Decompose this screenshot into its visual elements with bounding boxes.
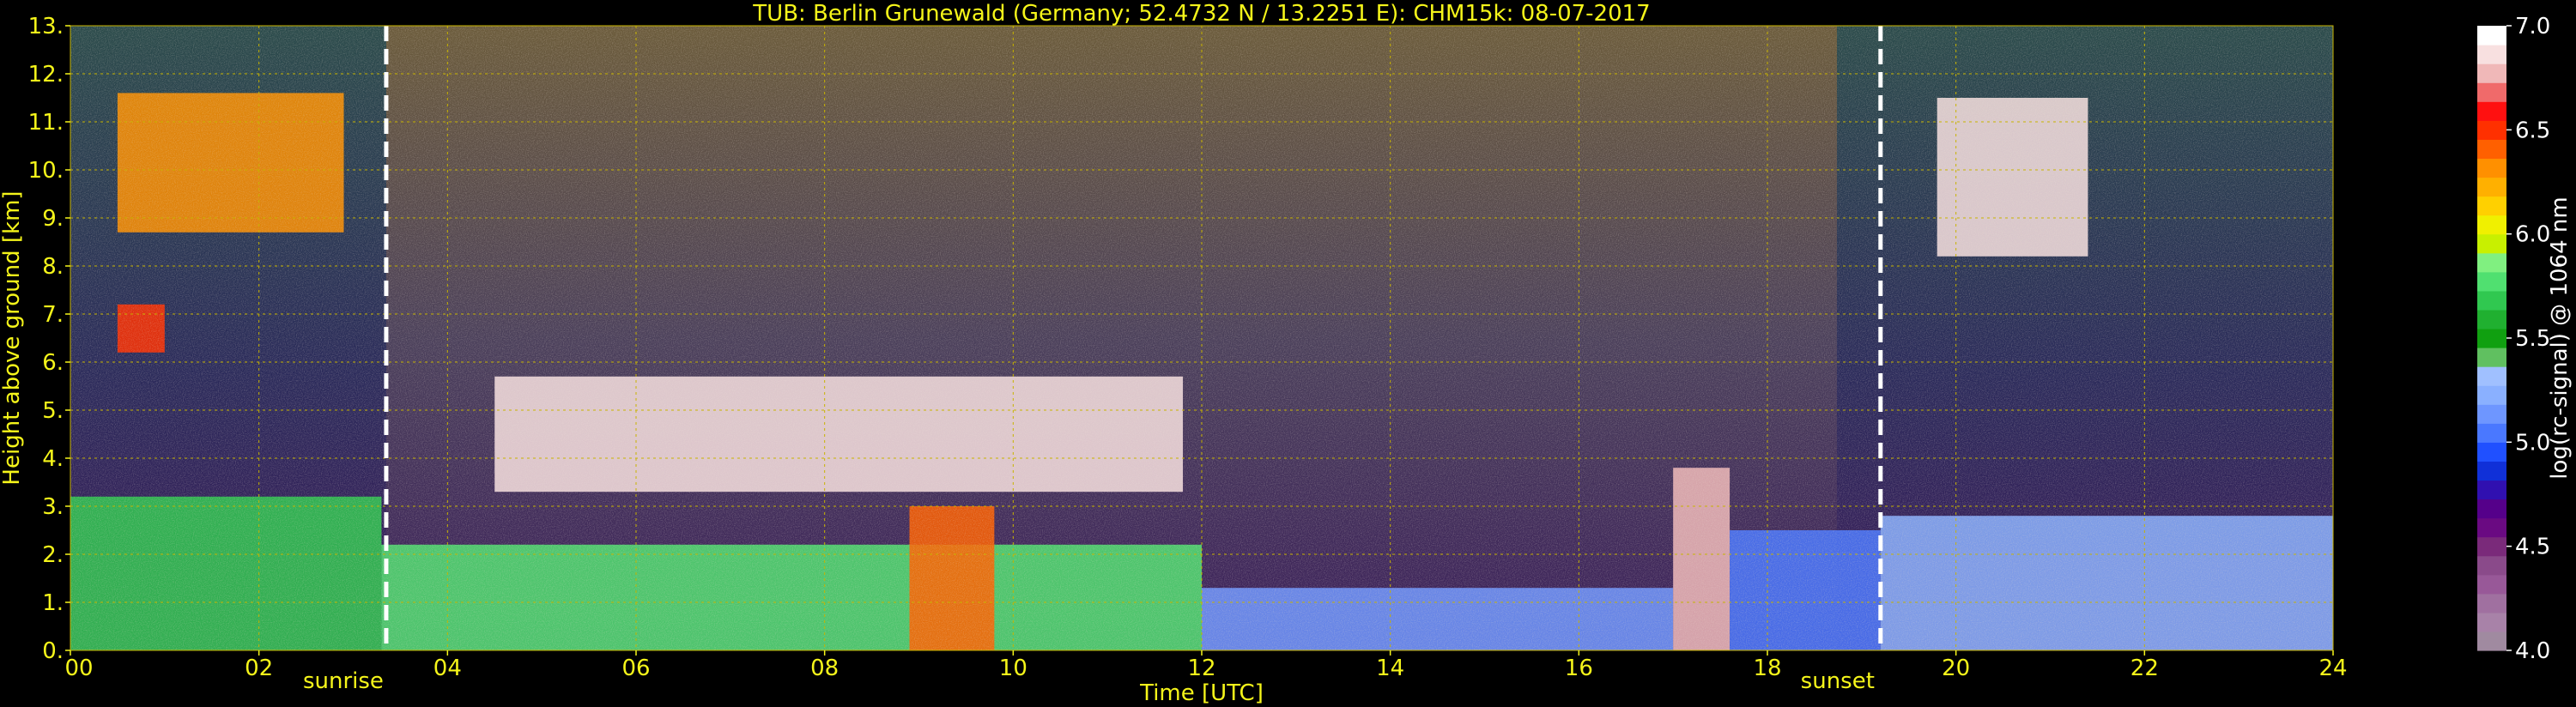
colorbar-segment [2477,26,2506,45]
y-tick-label: 10. [28,158,64,184]
x-tick-label: 00 [64,656,93,681]
colorbar-segment [2477,612,2506,632]
colorbar-segment [2477,82,2506,102]
x-tick-label: 12 [1187,656,1215,681]
event-label-sunset: sunset [1801,668,1875,694]
x-tick-label: 02 [245,656,273,681]
colorbar-segment [2477,158,2506,178]
event-label-sunrise: sunrise [303,668,384,694]
colorbar-tick-label: 5.5 [2515,326,2550,352]
colorbar-segment [2477,120,2506,140]
y-tick-label: 3. [42,494,64,520]
colorbar-segment [2477,631,2506,651]
colorbar-tick-label: 6.0 [2515,222,2550,248]
y-tick-label: 5. [42,398,64,424]
colorbar-segment [2477,536,2506,557]
colorbar-segment [2477,139,2506,160]
x-tick-label: 18 [1753,656,1781,681]
colorbar-segment [2477,347,2506,367]
colorbar-segment [2477,366,2506,386]
colorbar [2477,26,2506,651]
colorbar-segment [2477,461,2506,481]
colorbar-segment [2477,177,2506,197]
y-tick-label: 2. [42,542,64,568]
colorbar-segment [2477,517,2506,538]
colorbar-tick-label: 4.5 [2515,535,2550,560]
y-axis-label: Height above ground [km] [0,190,25,485]
chart-title: TUB: Berlin Grunewald (Germany; 52.4732 … [752,1,1650,27]
y-tick-label: 6. [42,350,64,376]
x-tick-label: 08 [810,656,839,681]
x-axis-label: Time [UTC] [1139,680,1264,706]
colorbar-segment [2477,480,2506,500]
colorbar-segment [2477,404,2506,424]
colorbar-segment [2477,385,2506,405]
colorbar-label: log(rc-signal) @ 1064 nm [2547,196,2573,479]
y-tick-label: 9. [42,206,64,232]
y-tick-label: 11. [28,110,64,136]
colorbar-segment [2477,423,2506,443]
colorbar-segment [2477,233,2506,254]
colorbar-segment [2477,63,2506,83]
colorbar-segment [2477,499,2506,519]
y-tick-label: 4. [42,446,64,472]
x-tick-label: 14 [1376,656,1404,681]
x-tick-label: 24 [2318,656,2347,681]
x-tick-label: 10 [999,656,1027,681]
colorbar-segment [2477,309,2506,329]
colorbar-segment [2477,196,2506,216]
colorbar-segment [2477,215,2506,235]
colorbar-tick-label: 5.0 [2515,430,2550,456]
y-tick-label: 7. [42,302,64,328]
colorbar-tick-label: 7.0 [2515,14,2550,39]
y-tick-label: 1. [42,590,64,616]
colorbar-segment [2477,271,2506,292]
x-tick-label: 04 [433,656,462,681]
colorbar-segment [2477,442,2506,462]
colorbar-segment [2477,252,2506,273]
y-tick-label: 8. [42,254,64,280]
colorbar-segment [2477,593,2506,613]
y-tick-label: 12. [28,62,64,88]
x-tick-label: 20 [1942,656,1970,681]
x-tick-label: 16 [1565,656,1593,681]
colorbar-segment [2477,290,2506,311]
colorbar-tick-label: 4.0 [2515,638,2550,664]
x-tick-label: 22 [2131,656,2159,681]
colorbar-segment [2477,574,2506,595]
x-tick-label: 06 [621,656,650,681]
colorbar-segment [2477,328,2506,348]
colorbar-segment [2477,45,2506,64]
colorbar-tick-label: 6.5 [2515,118,2550,143]
colorbar-segment [2477,555,2506,576]
ceilometer-chart: sunrise sunset 00 02 04 06 08 10 12 14 16 18 20 22 24… [0,0,2576,707]
y-tick-label: 0. [42,638,64,664]
y-tick-label: 13. [28,14,64,39]
colorbar-segment [2477,101,2506,121]
